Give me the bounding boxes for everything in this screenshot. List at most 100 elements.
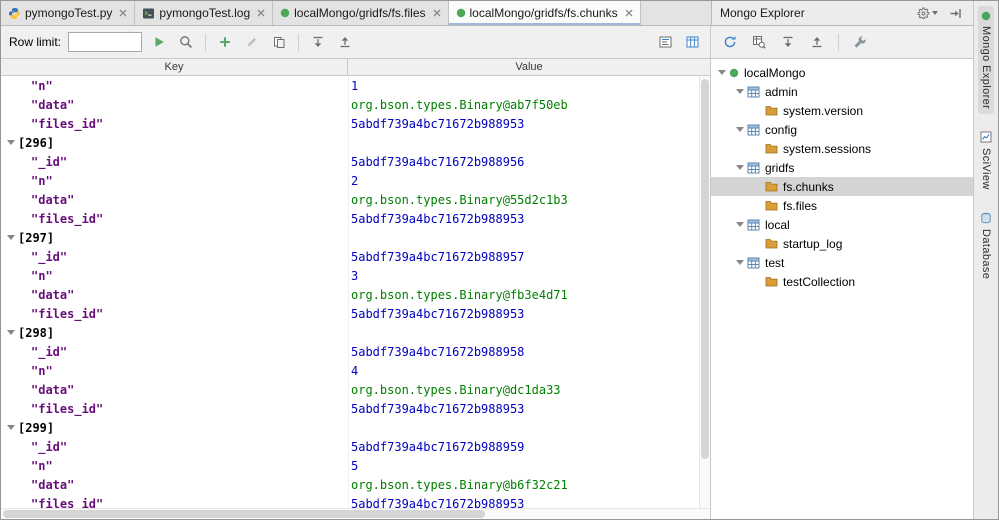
grid-row[interactable]: "n" 2 (1, 171, 699, 190)
tree-item-localMongo[interactable]: localMongo (711, 63, 973, 82)
tree-item-config[interactable]: config (711, 120, 973, 139)
tree-item-startup_log[interactable]: startup_log (711, 234, 973, 253)
grid-row[interactable]: "_id" 5abdf739a4bc71672b988959 (1, 437, 699, 456)
collapse-toggle-icon[interactable] (4, 140, 18, 145)
tool-window-button-sciview[interactable]: SciView (978, 126, 994, 195)
tree-item-test[interactable]: test (711, 253, 973, 272)
expander-icon[interactable] (733, 127, 747, 132)
tree-item-local[interactable]: local (711, 215, 973, 234)
grid-row[interactable]: "data" org.bson.types.Binary@ab7f50eb (1, 95, 699, 114)
row-limit-input[interactable] (68, 32, 143, 52)
key-text: "data" (31, 382, 75, 397)
collapse-all-icon[interactable] (335, 32, 355, 52)
tool-window-button-mongo-explorer[interactable]: Mongo Explorer (978, 6, 994, 115)
collapse-all-icon[interactable] (807, 32, 827, 52)
editor-tab[interactable]: pymongoTest.py (1, 1, 136, 25)
expander-icon[interactable] (715, 70, 729, 75)
grid-row[interactable]: "files_id" 5abdf739a4bc71672b988953 (1, 494, 699, 509)
expander-icon[interactable] (733, 222, 747, 227)
tree-item-system.sessions[interactable]: system.sessions (711, 139, 973, 158)
editor-tab-bar: pymongoTest.py pymongoTest.log localMongo/… (1, 1, 711, 25)
key-text: "_id" (31, 344, 68, 359)
run-query-button[interactable] (149, 32, 169, 52)
grid-row[interactable]: "n" 3 (1, 266, 699, 285)
edit-document-button[interactable] (242, 32, 262, 52)
grid-row[interactable]: "n" 5 (1, 456, 699, 475)
close-icon[interactable] (119, 9, 127, 17)
editor-tab[interactable]: localMongo/gridfs/fs.files (273, 1, 449, 25)
refresh-icon[interactable] (720, 32, 740, 52)
editor-tab[interactable]: localMongo/gridfs/fs.chunks (448, 1, 641, 25)
key-cell: [296] (1, 136, 348, 150)
key-cell: [298] (1, 326, 348, 340)
gear-icon[interactable] (917, 3, 938, 23)
tree-item-fs.chunks[interactable]: fs.chunks (711, 177, 973, 196)
tree-item-gridfs[interactable]: gridfs (711, 158, 973, 177)
chevron-down-icon (931, 11, 938, 15)
scrollbar-thumb[interactable] (3, 510, 486, 518)
grid-row[interactable]: [298] (1, 323, 699, 342)
grid-row[interactable]: [299] (1, 418, 699, 437)
add-document-button[interactable] (215, 32, 235, 52)
tree-item-system.version[interactable]: system.version (711, 101, 973, 120)
toolbar-row: Row limit: (1, 26, 973, 59)
value-text: 3 (351, 268, 359, 283)
hide-panel-icon[interactable] (945, 3, 965, 23)
grid-row[interactable]: "files_id" 5abdf739a4bc71672b988953 (1, 209, 699, 228)
key-text: "files_id" (31, 496, 104, 509)
close-icon[interactable] (257, 9, 265, 17)
expander-icon[interactable] (733, 165, 747, 170)
editor-tab[interactable]: pymongoTest.log (135, 1, 274, 25)
grid-row[interactable]: "files_id" 5abdf739a4bc71672b988953 (1, 304, 699, 323)
expander-icon[interactable] (733, 89, 747, 94)
collapse-toggle-icon[interactable] (4, 235, 18, 240)
grid-row[interactable]: "_id" 5abdf739a4bc71672b988958 (1, 342, 699, 361)
tree-item-fs.files[interactable]: fs.files (711, 196, 973, 215)
tab-label: pymongoTest.log (159, 6, 251, 20)
database-table-icon (747, 162, 760, 174)
copy-button[interactable] (269, 32, 289, 52)
toolbar-separator (205, 33, 207, 51)
grid-row[interactable]: "files_id" 5abdf739a4bc71672b988953 (1, 399, 699, 418)
vertical-scrollbar[interactable] (699, 76, 710, 508)
mongo-shell-icon[interactable] (850, 32, 870, 52)
grid-row[interactable]: "files_id" 5abdf739a4bc71672b988953 (1, 114, 699, 133)
expand-all-icon[interactable] (308, 32, 328, 52)
collapse-toggle-icon[interactable] (4, 330, 18, 335)
close-icon[interactable] (625, 9, 633, 17)
key-column-header[interactable]: Key (1, 59, 348, 75)
gear-glyph-icon (917, 6, 930, 20)
grid-row[interactable]: "data" org.bson.types.Binary@55d2c1b3 (1, 190, 699, 209)
value-text: 5abdf739a4bc71672b988957 (351, 249, 525, 264)
toolbar-separator (298, 33, 300, 51)
grid-row[interactable]: [297] (1, 228, 699, 247)
document-structure-icon[interactable] (655, 32, 675, 52)
value-column-header[interactable]: Value (348, 59, 710, 75)
grid-row[interactable]: "data" org.bson.types.Binary@fb3e4d71 (1, 285, 699, 304)
collapse-toggle-icon[interactable] (4, 425, 18, 430)
search-icon[interactable] (176, 32, 196, 52)
tool-window-label: Database (980, 228, 992, 280)
grid-row[interactable]: "_id" 5abdf739a4bc71672b988957 (1, 247, 699, 266)
tool-window-button-database[interactable]: Database (978, 207, 994, 284)
close-icon[interactable] (433, 9, 441, 17)
value-text: 5 (351, 458, 359, 473)
grid-row[interactable]: "data" org.bson.types.Binary@b6f32c21 (1, 475, 699, 494)
horizontal-scrollbar[interactable] (1, 508, 710, 519)
find-collection-icon[interactable] (749, 32, 769, 52)
tree-item-testCollection[interactable]: testCollection (711, 272, 973, 291)
grid-row[interactable]: "data" org.bson.types.Binary@dc1da33 (1, 380, 699, 399)
key-text: [296] (18, 135, 55, 150)
grid-row[interactable]: "n" 1 (1, 76, 699, 95)
table-view-icon[interactable] (682, 32, 702, 52)
grid-row[interactable]: "_id" 5abdf739a4bc71672b988956 (1, 152, 699, 171)
grid-row[interactable]: [296] (1, 133, 699, 152)
expand-all-icon[interactable] (778, 32, 798, 52)
value-cell: 3 (348, 269, 699, 283)
tree-item-admin[interactable]: admin (711, 82, 973, 101)
key-cell: "data" (1, 288, 348, 302)
scrollbar-thumb[interactable] (701, 79, 709, 460)
grid-row[interactable]: "n" 4 (1, 361, 699, 380)
expander-icon[interactable] (733, 260, 747, 265)
key-cell: "_id" (1, 250, 348, 264)
